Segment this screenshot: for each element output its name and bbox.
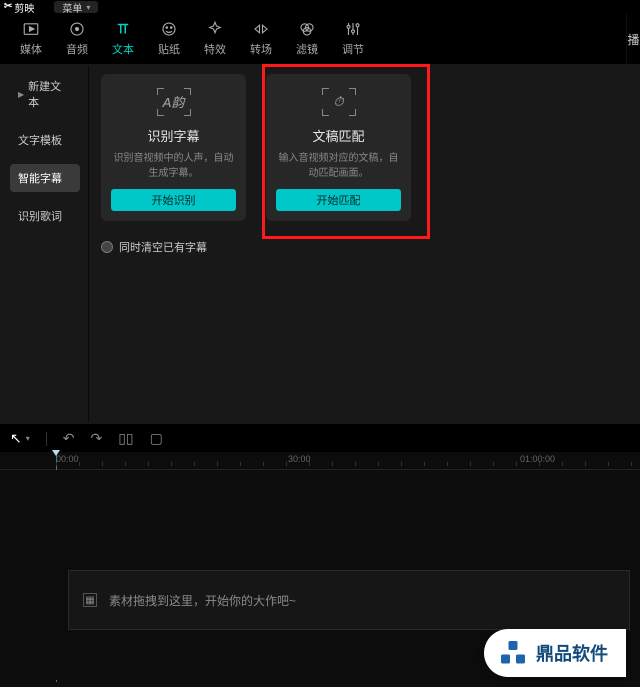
category-tabs: 媒体 音频 文本 贴纸 特效 转场 滤镜 调节 [0, 14, 640, 64]
redo-icon[interactable]: ↷ [90, 430, 102, 447]
pointer-tool-icon[interactable]: ↖ [10, 430, 22, 447]
tab-text[interactable]: 文本 [100, 14, 146, 64]
sidebar-item-lyrics[interactable]: 识别歌词 [10, 202, 80, 230]
tab-audio[interactable]: 音频 [54, 14, 100, 64]
undo-icon[interactable]: ↶ [63, 430, 75, 447]
separator [46, 432, 47, 446]
card-title: 文稿匹配 [312, 126, 364, 145]
tab-transition[interactable]: 转场 [238, 14, 284, 64]
add-media-icon[interactable]: ▦ [83, 593, 97, 607]
titlebar: ✂ 剪映 菜单 [0, 0, 640, 14]
cards-row: A韵 识别字幕 识别音视频中的人声，自动生成字幕。 开始识别 ⏱ 文稿匹配 输入… [101, 74, 626, 221]
card-desc: 识别音视频中的人声，自动生成字幕。 [111, 151, 236, 189]
watermark-text: 鼎品软件 [536, 640, 608, 666]
card-desc: 输入音视频对应的文稿，自动匹配画面。 [276, 151, 401, 189]
ruler-mark: 30:00 [288, 454, 311, 464]
watermark-badge: 鼎品软件 [484, 629, 626, 677]
main-area: ▶ 新建文本 文字模板 智能字幕 识别歌词 A韵 识别字幕 识别音视频中的人声，… [0, 64, 640, 424]
recognize-icon: A韵 [157, 88, 191, 116]
empty-track[interactable]: ▦ 素材拖拽到这里，开始你的大作吧~ [68, 570, 630, 630]
expand-icon: ▶ [18, 90, 24, 99]
sidebar-item-templates[interactable]: 文字模板 [10, 126, 80, 154]
pointer-dropdown-icon[interactable]: ▾ [26, 434, 30, 443]
start-match-button[interactable]: 开始匹配 [276, 189, 401, 211]
tab-media[interactable]: 媒体 [8, 14, 54, 64]
tab-filter[interactable]: 滤镜 [284, 14, 330, 64]
app-name: 剪映 [14, 0, 34, 15]
app-logo-icon: ✂ [4, 2, 12, 12]
text-sidebar: ▶ 新建文本 文字模板 智能字幕 识别歌词 [2, 66, 88, 422]
sidebar-item-smart-subtitle[interactable]: 智能字幕 [10, 164, 80, 192]
start-recognize-button[interactable]: 开始识别 [111, 189, 236, 211]
split-icon[interactable]: ▯▯ [118, 430, 133, 447]
menu-label: 菜单 [62, 0, 82, 15]
tab-sticker[interactable]: 贴纸 [146, 14, 192, 64]
content-panel: A韵 识别字幕 识别音视频中的人声，自动生成字幕。 开始识别 ⏱ 文稿匹配 输入… [88, 66, 638, 422]
right-panel-toggle[interactable]: 播 [626, 14, 640, 64]
card-recognize-subtitle: A韵 识别字幕 识别音视频中的人声，自动生成字幕。 开始识别 [101, 74, 246, 221]
clear-existing-row[interactable]: 同时清空已有字幕 [101, 239, 626, 255]
watermark-logo-icon [498, 638, 528, 668]
timeline-ruler[interactable]: 00:00 30:00 01:00:00 [0, 452, 640, 470]
track-hint: 素材拖拽到这里，开始你的大作吧~ [109, 592, 296, 609]
delete-icon[interactable]: ▢ [150, 430, 163, 447]
ruler-mark: 01:00:00 [520, 454, 555, 464]
menu-dropdown[interactable]: 菜单 [54, 1, 98, 13]
tab-effect[interactable]: 特效 [192, 14, 238, 64]
script-match-icon: ⏱ [322, 88, 356, 116]
checkbox-label: 同时清空已有字幕 [119, 239, 207, 255]
timeline-toolbar: ↖ ▾ ↶ ↷ ▯▯ ▢ [0, 424, 640, 452]
card-script-match: ⏱ 文稿匹配 输入音视频对应的文稿，自动匹配画面。 开始匹配 [266, 74, 411, 221]
tab-adjust[interactable]: 调节 [330, 14, 376, 64]
card-title: 识别字幕 [147, 126, 199, 145]
sidebar-item-new-text[interactable]: ▶ 新建文本 [10, 72, 80, 116]
radio-icon[interactable] [101, 241, 113, 253]
